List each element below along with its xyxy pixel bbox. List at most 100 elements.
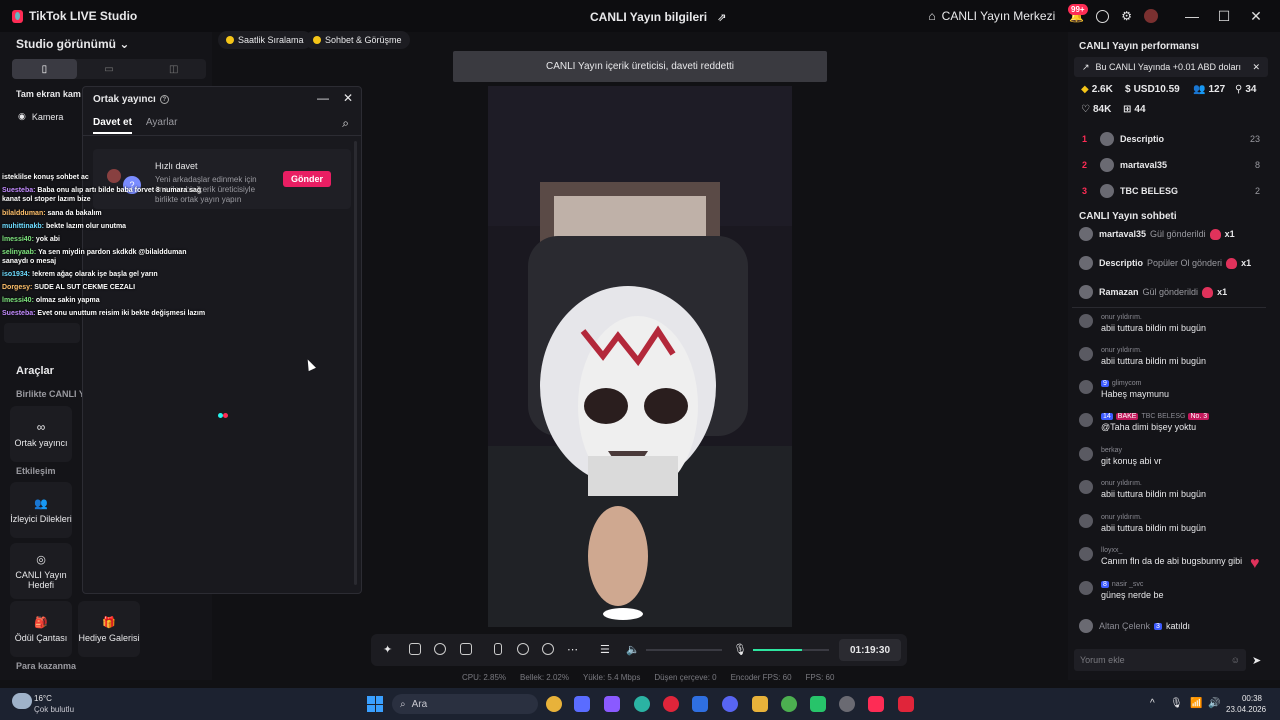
gift-icon: ⊞ — [1123, 104, 1132, 115]
microphone-icon[interactable]: 🎙 — [733, 643, 747, 656]
live-goal-tool[interactable]: ◎ CANLI Yayın Hedefi — [10, 543, 72, 599]
app2-icon[interactable] — [839, 696, 855, 712]
chat-message[interactable]: onur yıldırım. abii tuttura bildin mi bug… — [1079, 514, 1265, 533]
mic-volume-slider[interactable] — [753, 649, 829, 651]
magic-wand-icon[interactable]: ✦ — [383, 643, 395, 656]
dual-layout-button[interactable]: ◫ — [141, 59, 206, 79]
bottom-toolbar: ✦ ⋯ ☰ 🔈 🎙 01:19:30 — [371, 634, 907, 666]
ai-icon[interactable] — [434, 643, 446, 655]
close-window-button[interactable]: ✕ — [1240, 8, 1272, 25]
effects-icon[interactable] — [409, 643, 421, 655]
live-center-button[interactable]: ⌂ CANLI Yayın Merkezi — [928, 9, 1055, 23]
chrome-icon[interactable] — [546, 696, 562, 712]
chat-message[interactable]: onur yıldırım. abii tuttura bildin mi bug… — [1079, 480, 1265, 499]
help-icon[interactable]: ? — [159, 95, 169, 104]
avatar — [1079, 447, 1093, 461]
game-icon[interactable] — [810, 696, 826, 712]
close-banner-button[interactable]: ✕ — [1252, 62, 1260, 73]
chat-message[interactable]: lloyxx_ Canım fln da de abi bugsbunny gib… — [1079, 547, 1265, 566]
edge-icon[interactable] — [634, 696, 650, 712]
chat-text: abii tuttura bildin mi bugün — [1101, 523, 1207, 533]
ranking-row[interactable]: 3 TBC BELESG 2 — [1082, 182, 1260, 200]
viewers-value: 127 — [1208, 84, 1226, 95]
gift-action: Gül gönderildi — [1150, 229, 1206, 239]
chat-message[interactable]: onur yıldırım. abii tuttura bildin mi bug… — [1079, 347, 1265, 366]
hourly-ranking-chip[interactable]: Saatlik Sıralama — [218, 31, 312, 49]
minimize-button[interactable]: — — [1176, 8, 1208, 24]
add-source-icon[interactable] — [460, 643, 472, 655]
chat-user: onur yıldırım. — [1101, 347, 1142, 354]
interaction-heading: Etkileşim — [16, 466, 56, 476]
reward-bag-label: Ödül Çantası — [14, 632, 68, 643]
phone-icon[interactable] — [494, 643, 502, 655]
profile-avatar[interactable] — [1144, 9, 1158, 23]
network-icon[interactable]: 📶 — [1190, 698, 1202, 709]
chat-message[interactable]: berkay git konuş abi vr — [1079, 447, 1265, 466]
rank-number: 1 — [1082, 134, 1088, 144]
folder-icon[interactable] — [752, 696, 768, 712]
discord-icon[interactable] — [722, 696, 738, 712]
maximize-button[interactable]: ☐ — [1208, 8, 1240, 25]
tab-invite[interactable]: Davet et — [93, 117, 132, 134]
taskbar-search[interactable]: ⌕ Ara — [392, 694, 538, 714]
tab-settings[interactable]: Ayarlar — [146, 117, 178, 134]
landscape-layout-button[interactable]: ▭ — [77, 59, 142, 79]
ranking-row[interactable]: 2 martaval35 8 — [1082, 156, 1260, 174]
viewer-requests-tool[interactable]: 👥 İzleyici Dilekleri — [10, 482, 72, 538]
camera-switch-icon[interactable] — [542, 643, 554, 655]
send-icon[interactable]: ➤ — [1252, 654, 1261, 667]
windows-start-icon[interactable] — [367, 696, 383, 712]
chat-message[interactable]: onur yıldırım. abii tuttura bildin mi bug… — [1079, 314, 1265, 333]
chat-text: abii tuttura bildin mi bugün — [1101, 489, 1207, 499]
join-event: Altan Çelenk 3 katıldı — [1079, 619, 1190, 633]
cohost-tool[interactable]: ∞ Ortak yayıncı — [10, 406, 72, 462]
app-icon[interactable] — [604, 696, 620, 712]
clock-time[interactable]: 00:38 — [1232, 694, 1262, 703]
chat-meet-chip[interactable]: Sohbet & Görüşme — [305, 31, 410, 49]
chat-message[interactable]: 8 nasir _svc güneş nerde be — [1079, 581, 1265, 600]
avatar — [1100, 158, 1114, 172]
avatar — [1079, 547, 1093, 561]
studio-view-dropdown[interactable]: Studio görünümü ⌄ — [16, 37, 129, 51]
tray-chevron-icon[interactable]: ^ — [1150, 698, 1155, 709]
speaker-volume-slider[interactable] — [646, 649, 722, 651]
tiktok-studio-icon[interactable] — [868, 696, 884, 712]
more-icon[interactable]: ⋯ — [567, 643, 579, 656]
gift-user: martaval35 — [1099, 229, 1147, 239]
send-invite-button[interactable]: Gönder — [283, 171, 331, 187]
diamonds-stat: ◆ 2.6K — [1081, 84, 1113, 95]
record-icon[interactable] — [517, 643, 529, 655]
dialog-scrollbar[interactable] — [354, 141, 357, 585]
reward-bag-tool[interactable]: 🎒 Ödül Çantası — [10, 601, 72, 657]
comment-input[interactable]: Yorum ekle ☺ — [1074, 649, 1246, 671]
portrait-layout-button[interactable]: ▯ — [12, 59, 77, 79]
emoji-icon[interactable]: ☺ — [1231, 655, 1240, 665]
chat-message[interactable]: 9 glimycom Habeş maymunu — [1079, 380, 1265, 399]
chat-message[interactable]: 14 BAKE TBC BELESG No. 3 @Taha dimi bişey yo… — [1079, 413, 1265, 432]
avatar — [1079, 619, 1093, 633]
speaker-icon[interactable]: 🔈 — [626, 643, 640, 656]
search-icon[interactable]: ⌕ — [342, 116, 349, 131]
avatar — [1079, 347, 1093, 361]
ranking-row[interactable]: 1 Descriptio 23 — [1082, 130, 1260, 148]
volume-icon[interactable]: 🔊 — [1208, 698, 1220, 709]
sliders-icon[interactable]: ☰ — [600, 643, 612, 656]
gift-gallery-tool[interactable]: 🎁 Hediye Galerisi — [78, 601, 140, 657]
chrome-profile-icon[interactable] — [781, 696, 797, 712]
opera-icon[interactable] — [663, 696, 679, 712]
help-button[interactable] — [1096, 9, 1110, 23]
quick-invite-title: Hızlı davet — [155, 161, 198, 171]
settings-button[interactable]: ⚙ — [1121, 9, 1132, 23]
chat-user: onur yıldırım. — [1101, 314, 1142, 321]
teams-icon[interactable] — [574, 696, 590, 712]
video-app-icon[interactable] — [898, 696, 914, 712]
people-icon: 👥 — [34, 497, 48, 510]
store-icon[interactable] — [692, 696, 708, 712]
mic-tray-icon[interactable]: 🎙 — [1170, 698, 1183, 709]
chat-text: abii tuttura bildin mi bugün — [1101, 356, 1207, 366]
camera-source[interactable]: ◉ Kamera — [18, 111, 63, 122]
live-info-button[interactable]: CANLI Yayın bilgileri ⇗ — [590, 10, 726, 24]
minimize-dialog-button[interactable]: — — [317, 91, 329, 105]
close-dialog-button[interactable]: ✕ — [343, 91, 353, 105]
search-icon: ⌕ — [400, 698, 406, 710]
